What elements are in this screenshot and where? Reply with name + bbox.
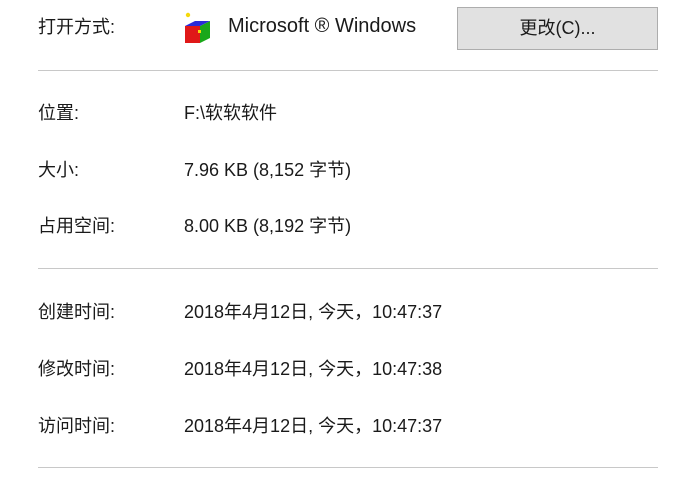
divider [38, 70, 658, 71]
divider [38, 467, 658, 468]
created-label: 创建时间: [38, 302, 116, 322]
open-with-label: 打开方式: [38, 17, 116, 37]
size-label: 大小: [38, 160, 80, 180]
windows-app-cube-icon [185, 12, 210, 43]
modified-label: 修改时间: [38, 359, 116, 379]
size-on-disk-label: 占用空间: [38, 216, 116, 236]
accessed-label: 访问时间: [38, 416, 116, 436]
accessed-value: 2018年4月12日, 今天，10:47:37 [184, 416, 443, 436]
location-value: F:\软软软件 [184, 103, 277, 123]
default-app-name: Microsoft ® Windows [228, 15, 417, 37]
created-value: 2018年4月12日, 今天，10:47:37 [184, 302, 443, 322]
divider [38, 268, 658, 269]
size-on-disk-value: 8.00 KB (8,192 字节) [184, 216, 352, 236]
location-label: 位置: [38, 103, 80, 123]
modified-value: 2018年4月12日, 今天，10:47:38 [184, 359, 443, 379]
size-value: 7.96 KB (8,152 字节) [184, 160, 352, 180]
change-open-with-button[interactable]: 更改(C)... [457, 7, 658, 50]
